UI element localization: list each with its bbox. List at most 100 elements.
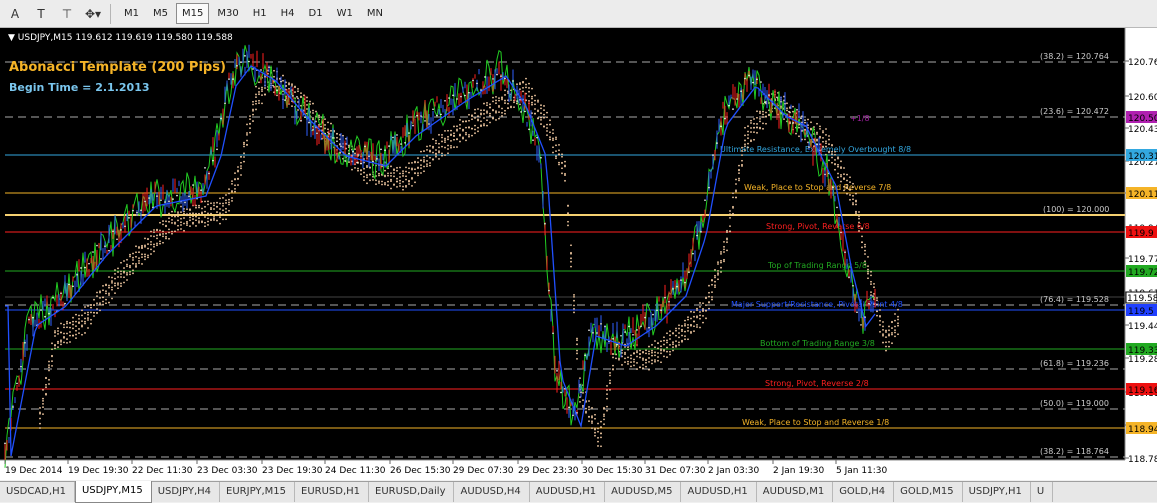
- cloud-dot: [654, 340, 656, 342]
- cloud-dot: [42, 413, 44, 415]
- cloud-dot: [399, 172, 401, 175]
- cloud-dot: [147, 247, 149, 250]
- cloud-dot: [225, 207, 227, 210]
- price-dot: [744, 77, 746, 80]
- timeframe-button-mn[interactable]: MN: [361, 3, 389, 24]
- chart-tab[interactable]: EURUSD,Daily: [369, 482, 455, 502]
- cloud-dot: [492, 100, 494, 103]
- chart-area[interactable]: 120.765120.605120.435120.270120.110119.9…: [0, 28, 1157, 480]
- cloud-dot: [606, 384, 608, 387]
- cloud-dot: [144, 237, 146, 240]
- label-tool-icon[interactable]: ⊤: [56, 4, 78, 24]
- cloud-dot: [849, 176, 851, 179]
- chart-tab[interactable]: GOLD,M15: [894, 482, 963, 502]
- chart-tab[interactable]: AUDUSD,H4: [454, 482, 530, 502]
- cloud-dot: [687, 324, 689, 326]
- chart-tab[interactable]: USDJPY,M15: [74, 481, 152, 503]
- cloud-dot: [756, 131, 758, 134]
- cloud-dot: [873, 283, 875, 285]
- price-dot: [656, 309, 658, 312]
- cloud-dot: [609, 382, 611, 385]
- timeframe-button-m30[interactable]: M30: [211, 3, 244, 24]
- text-icon[interactable]: T: [30, 4, 52, 24]
- chart-tab[interactable]: AUDUSD,H1: [530, 482, 606, 502]
- cloud-dot: [258, 102, 260, 104]
- chart-tab[interactable]: GOLD,H4: [833, 482, 895, 502]
- cloud-dot: [264, 93, 266, 96]
- cloud-dot: [606, 405, 608, 408]
- cloud-dot: [888, 334, 890, 337]
- timeframe-button-w1[interactable]: W1: [331, 3, 359, 24]
- cloud-dot: [738, 177, 740, 180]
- price-dot: [652, 313, 654, 316]
- chart-tab[interactable]: EURUSD,H1: [295, 482, 370, 502]
- cloud-dot: [570, 244, 572, 247]
- cloud-dot: [426, 165, 428, 168]
- arrows-dropdown-icon[interactable]: ✥▾: [82, 4, 104, 24]
- cloud-dot: [120, 285, 122, 287]
- cloud-dot: [123, 260, 125, 262]
- cloud-dot: [204, 210, 206, 213]
- price-dot: [312, 129, 314, 131]
- cloud-dot: [573, 311, 575, 314]
- cloud-dot: [237, 178, 239, 180]
- chart-tab[interactable]: AUDUSD,M1: [757, 482, 834, 502]
- cloud-dot: [882, 328, 884, 331]
- cloud-dot: [462, 120, 464, 123]
- chart-canvas[interactable]: 120.765120.605120.435120.270120.110119.9…: [0, 28, 1157, 480]
- timeframe-button-m1[interactable]: M1: [118, 3, 145, 24]
- cloud-dot: [417, 157, 419, 159]
- chart-tab[interactable]: USDJPY,H1: [963, 482, 1031, 502]
- timeframe-button-h4[interactable]: H4: [275, 3, 301, 24]
- cloud-dot: [636, 351, 638, 354]
- cloud-dot: [144, 245, 146, 248]
- cloud-dot: [696, 326, 698, 328]
- chart-tab[interactable]: U: [1031, 482, 1054, 502]
- cloud-dot: [513, 106, 515, 109]
- cloud-dot: [669, 350, 671, 353]
- cloud-dot: [831, 156, 833, 159]
- cloud-dot: [684, 323, 686, 325]
- timeframe-button-h1[interactable]: H1: [247, 3, 273, 24]
- cloud-dot: [738, 172, 740, 175]
- cloud-dot: [603, 413, 605, 416]
- cloud-dot: [651, 354, 653, 357]
- timeframe-button-m5[interactable]: M5: [147, 3, 174, 24]
- chart-tab[interactable]: USDJPY,H4: [152, 482, 221, 502]
- chart-tab[interactable]: EURJPY,M15: [220, 482, 296, 502]
- cloud-dot: [93, 304, 95, 307]
- chart-tab[interactable]: USDCAD,H1: [0, 482, 75, 502]
- cloud-dot: [156, 242, 158, 245]
- timeframe-button-m15[interactable]: M15: [176, 3, 210, 24]
- cloud-dot: [840, 167, 842, 170]
- cloud-dot: [705, 304, 707, 307]
- timeframe-button-d1[interactable]: D1: [303, 3, 329, 24]
- chart-tab[interactable]: AUDUSD,M5: [605, 482, 682, 502]
- cloud-dot: [876, 299, 878, 302]
- cloud-dot: [681, 325, 683, 327]
- cloud-dot: [741, 150, 743, 152]
- cloud-dot: [546, 127, 548, 129]
- cloud-dot: [735, 178, 737, 181]
- cloud-dot: [753, 122, 755, 125]
- cloud-dot: [531, 87, 533, 90]
- chart-tab[interactable]: AUDUSD,H1: [681, 482, 757, 502]
- cloud-dot: [885, 345, 887, 348]
- price-dot: [316, 132, 318, 135]
- cloud-dot: [414, 168, 416, 171]
- price-dot: [708, 186, 710, 189]
- cloud-dot: [756, 116, 758, 119]
- cloud-dot: [678, 344, 680, 346]
- cloud-dot: [330, 122, 332, 125]
- cloud-dot: [213, 204, 215, 207]
- cloud-dot: [645, 352, 647, 355]
- cloud-dot: [432, 138, 434, 141]
- cloud-dot: [426, 160, 428, 162]
- text-label-icon[interactable]: A: [4, 4, 26, 24]
- cloud-dot: [471, 127, 473, 130]
- cloud-dot: [696, 316, 698, 319]
- cloud-dot: [228, 209, 230, 212]
- price-dot: [688, 271, 690, 273]
- cloud-dot: [78, 332, 80, 335]
- cloud-dot: [168, 217, 170, 220]
